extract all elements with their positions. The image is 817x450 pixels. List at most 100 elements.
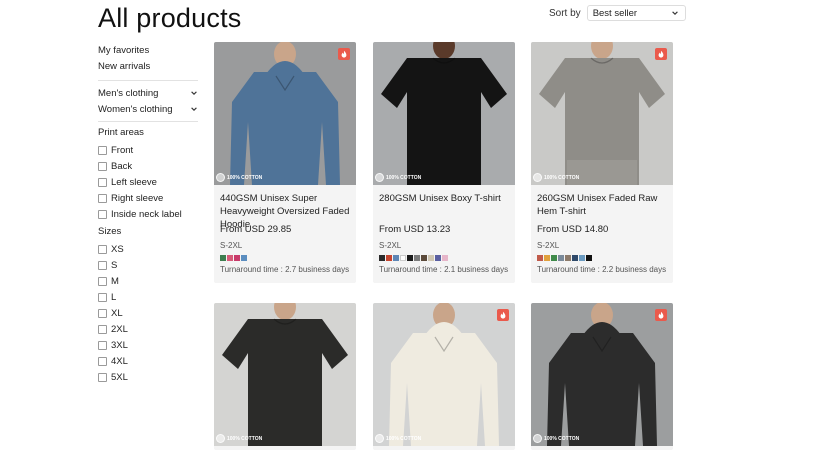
hot-icon xyxy=(655,48,667,60)
product-image-wrap[interactable]: 100% COTTON xyxy=(531,303,673,446)
product-card[interactable]: 100% COTTON 440GSM Unisex Super Heavyweig… xyxy=(214,42,356,283)
product-image-wrap[interactable]: 100% COTTON xyxy=(214,42,356,185)
product-size-range: S-2XL xyxy=(537,241,560,250)
size-checkbox[interactable] xyxy=(98,244,107,254)
cotton-badge: 100% COTTON xyxy=(216,173,262,182)
color-swatch[interactable] xyxy=(421,255,427,261)
color-swatch[interactable] xyxy=(414,255,420,261)
print-area-label: Left sleeve xyxy=(111,176,157,188)
size-checkbox[interactable] xyxy=(98,260,107,270)
product-card[interactable]: 100% COTTON xyxy=(214,303,356,450)
product-card[interactable]: 100% COTTON 260GSM Unisex Faded Raw Hem T… xyxy=(531,42,673,283)
product-info: 280GSM Unisex Boxy T-shirt From USD 13.23… xyxy=(373,185,515,274)
cotton-icon xyxy=(375,173,384,182)
print-area-option[interactable]: Inside neck label xyxy=(98,206,198,222)
color-swatch[interactable] xyxy=(586,255,592,261)
product-card[interactable]: 100% COTTON xyxy=(373,303,515,450)
product-image-wrap[interactable]: 100% COTTON xyxy=(373,42,515,185)
sidebar-link-new-arrivals[interactable]: New arrivals xyxy=(98,60,198,76)
color-swatch[interactable] xyxy=(400,255,406,261)
cotton-badge: 100% COTTON xyxy=(533,434,579,443)
color-swatch[interactable] xyxy=(537,255,543,261)
print-area-option[interactable]: Front xyxy=(98,142,198,158)
color-swatch[interactable] xyxy=(551,255,557,261)
product-card[interactable]: 100% COTTON xyxy=(531,303,673,450)
color-swatch[interactable] xyxy=(393,255,399,261)
size-option[interactable]: S xyxy=(98,257,198,273)
size-option[interactable]: 4XL xyxy=(98,353,198,369)
color-swatch[interactable] xyxy=(428,255,434,261)
print-area-checkbox[interactable] xyxy=(98,209,107,219)
product-image xyxy=(373,303,515,446)
color-swatch[interactable] xyxy=(379,255,385,261)
color-swatch[interactable] xyxy=(442,255,448,261)
cotton-badge-label: 100% COTTON xyxy=(227,435,263,442)
chevron-down-icon xyxy=(671,11,678,15)
print-area-option[interactable]: Back xyxy=(98,158,198,174)
color-swatch[interactable] xyxy=(227,255,233,261)
product-image-wrap[interactable]: 100% COTTON xyxy=(214,303,356,446)
color-swatch[interactable] xyxy=(558,255,564,261)
size-checkbox[interactable] xyxy=(98,372,107,382)
product-title[interactable]: 440GSM Unisex Super Heavyweight Oversize… xyxy=(220,192,350,230)
product-image-wrap[interactable]: 100% COTTON xyxy=(373,303,515,446)
cotton-badge-label: 100% COTTON xyxy=(227,174,263,181)
print-area-checkbox[interactable] xyxy=(98,145,107,155)
color-swatch[interactable] xyxy=(572,255,578,261)
sizes-list: XS S M L XL 2XL 3XL 4XL 5XL xyxy=(98,241,198,385)
print-area-option[interactable]: Left sleeve xyxy=(98,174,198,190)
size-checkbox[interactable] xyxy=(98,308,107,318)
product-card[interactable]: 100% COTTON 280GSM Unisex Boxy T-shirt Fro… xyxy=(373,42,515,283)
sidebar-link-favorites[interactable]: My favorites xyxy=(98,44,198,60)
turnaround-time: Turnaround time : 2.7 business days xyxy=(220,265,350,274)
color-swatch[interactable] xyxy=(234,255,240,261)
size-checkbox[interactable] xyxy=(98,292,107,302)
print-area-checkbox[interactable] xyxy=(98,193,107,203)
cotton-badge-label: 100% COTTON xyxy=(544,435,580,442)
print-areas-list: Front Back Left sleeve Right sleeve Inside n… xyxy=(98,142,198,222)
product-price: From USD 14.80 xyxy=(537,224,609,235)
category-label: Women's clothing xyxy=(98,103,173,115)
cotton-badge: 100% COTTON xyxy=(375,173,421,182)
size-label: XL xyxy=(111,307,123,319)
product-info: 260GSM Unisex Faded Raw Hem T-shirt From … xyxy=(531,185,673,274)
color-swatch[interactable] xyxy=(220,255,226,261)
color-swatch[interactable] xyxy=(435,255,441,261)
color-swatch[interactable] xyxy=(241,255,247,261)
size-option[interactable]: 5XL xyxy=(98,369,198,385)
size-option[interactable]: XL xyxy=(98,305,198,321)
size-option[interactable]: L xyxy=(98,289,198,305)
color-swatch[interactable] xyxy=(386,255,392,261)
print-area-checkbox[interactable] xyxy=(98,161,107,171)
color-swatch[interactable] xyxy=(544,255,550,261)
size-option[interactable]: M xyxy=(98,273,198,289)
color-swatch[interactable] xyxy=(565,255,571,261)
print-area-option[interactable]: Right sleeve xyxy=(98,190,198,206)
size-checkbox[interactable] xyxy=(98,340,107,350)
category-mens[interactable]: Men's clothing xyxy=(98,85,198,101)
cotton-badge-label: 100% COTTON xyxy=(386,435,422,442)
turnaround-time: Turnaround time : 2.2 business days xyxy=(537,265,667,274)
size-option[interactable]: 2XL xyxy=(98,321,198,337)
print-area-checkbox[interactable] xyxy=(98,177,107,187)
category-label: Men's clothing xyxy=(98,87,159,99)
size-option[interactable]: XS xyxy=(98,241,198,257)
filter-sidebar: My favorites New arrivals Men's clothing… xyxy=(98,44,198,385)
sort-label: Sort by xyxy=(549,7,581,19)
product-image xyxy=(214,303,356,446)
sort-select[interactable]: Best seller xyxy=(586,5,686,21)
color-swatch[interactable] xyxy=(579,255,585,261)
size-option[interactable]: 3XL xyxy=(98,337,198,353)
size-checkbox[interactable] xyxy=(98,276,107,286)
product-title[interactable]: 260GSM Unisex Faded Raw Hem T-shirt xyxy=(537,192,667,218)
product-title[interactable]: 280GSM Unisex Boxy T-shirt xyxy=(379,192,509,218)
color-swatch[interactable] xyxy=(407,255,413,261)
size-checkbox[interactable] xyxy=(98,324,107,334)
size-label: L xyxy=(111,291,117,303)
product-price: From USD 13.23 xyxy=(379,224,451,235)
product-image-wrap[interactable]: 100% COTTON xyxy=(531,42,673,185)
page-title: All products xyxy=(98,3,242,33)
category-womens[interactable]: Women's clothing xyxy=(98,101,198,117)
cotton-badge-label: 100% COTTON xyxy=(544,174,580,181)
size-checkbox[interactable] xyxy=(98,356,107,366)
